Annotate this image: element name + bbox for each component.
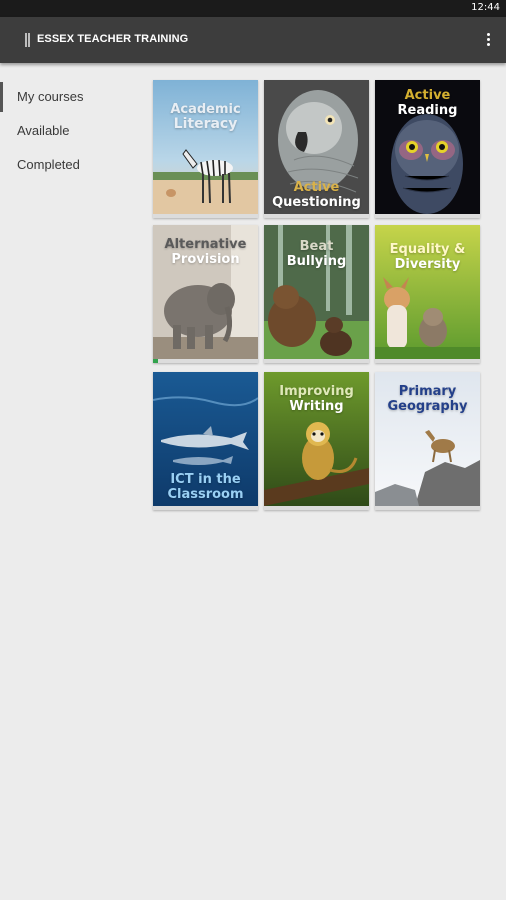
course-tile-equality-diversity[interactable]: Equality & Diversity [375,225,480,363]
course-tile-ict-classroom[interactable]: ICT in the Classroom [153,372,258,510]
course-title: Alternative Provision [164,237,247,267]
course-progress-bar [264,359,369,363]
sidebar-item-my-courses[interactable]: My courses [0,80,140,114]
course-progress-bar [375,214,480,218]
sidebar-item-available[interactable]: Available [0,114,140,148]
course-title: Primary Geography [387,384,468,414]
course-progress-bar [153,214,258,218]
more-vertical-icon[interactable] [484,32,492,48]
course-tile-active-reading[interactable]: Active Reading [375,80,480,218]
course-title: Active Reading [397,88,458,118]
course-tile-improving-writing[interactable]: Improving Writing [264,372,369,510]
progress-fill [153,359,159,363]
status-bar: 12:44 [0,0,506,17]
course-title: Equality & Diversity [389,242,466,272]
sidebar-item-label: Completed [17,157,80,172]
course-progress-bar [153,359,258,363]
status-time: 12:44 [471,2,500,13]
course-progress-bar [375,359,480,363]
course-tile-primary-geography[interactable]: Primary Geography [375,372,480,510]
course-title: Improving Writing [279,384,354,414]
sidebar-item-label: Available [17,123,70,138]
sidebar-item-completed[interactable]: Completed [0,148,140,182]
course-title: ICT in the Classroom [167,472,244,502]
course-tile-beat-bullying[interactable]: Beat Bullying [264,225,369,363]
zebra-cover-image [153,80,258,214]
course-progress-bar [375,506,480,510]
course-progress-bar [264,506,369,510]
course-progress-bar [153,506,258,510]
course-progress-bar [264,214,369,218]
sidebar-nav: My courses Available Completed [0,80,140,182]
app-bar: ESSEX TEACHER TRAINING [0,17,506,63]
sidebar-item-label: My courses [17,89,84,104]
app-title: ESSEX TEACHER TRAINING [37,33,189,45]
course-title: Academic Literacy [170,102,241,132]
course-tile-alternative-provision[interactable]: Alternative Provision [153,225,258,363]
course-tile-academic-literacy[interactable]: Academic Literacy [153,80,258,218]
course-title: Active Questioning [272,180,361,210]
course-title: Beat Bullying [286,239,347,269]
course-tile-active-questioning[interactable]: Active Questioning [264,80,369,218]
app-logo-icon [25,33,30,47]
